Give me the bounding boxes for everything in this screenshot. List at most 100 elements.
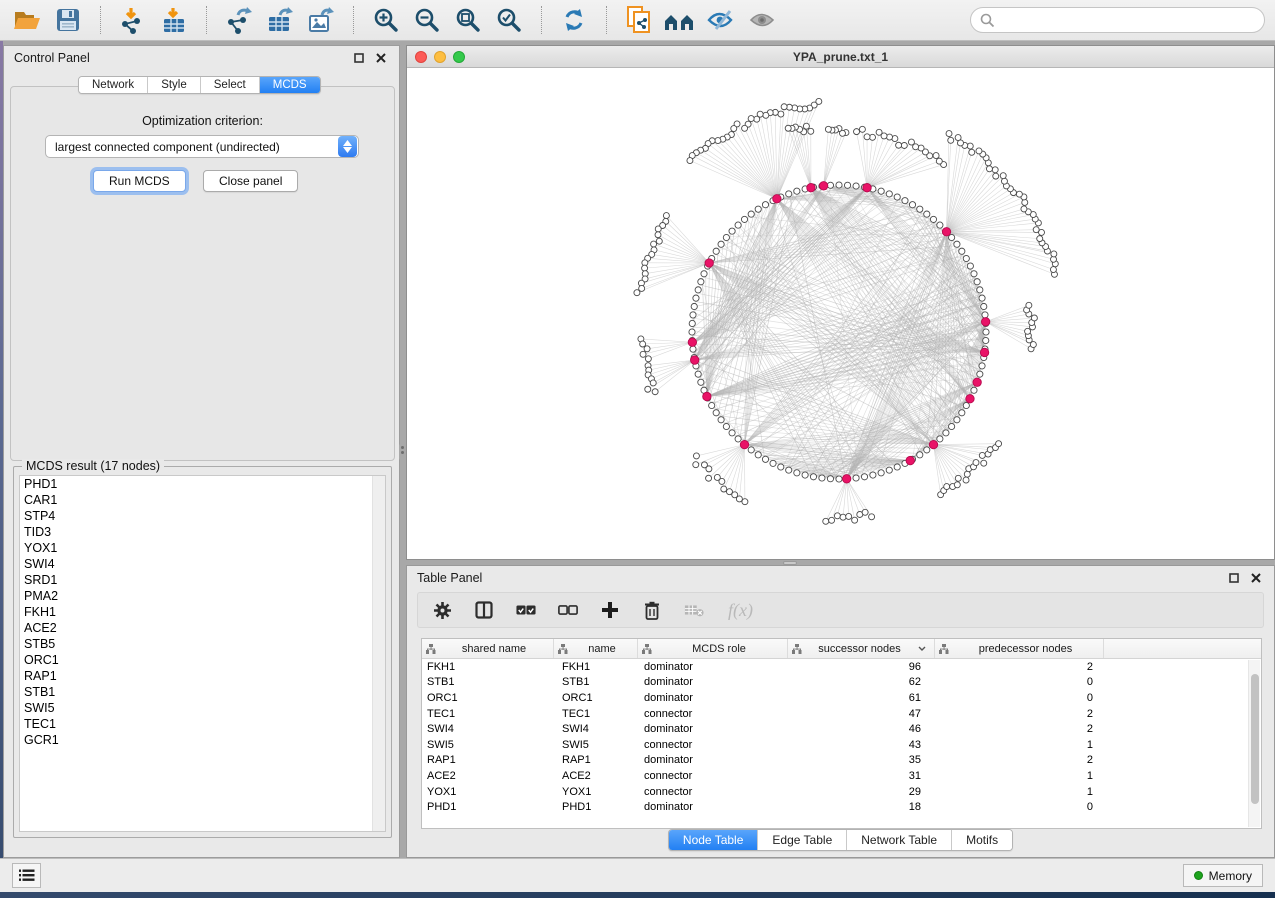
network-hub-node[interactable]	[863, 184, 871, 192]
network-leaf-node[interactable]	[967, 143, 973, 149]
scrollbar-thumb[interactable]	[1251, 674, 1259, 804]
network-node[interactable]	[963, 255, 969, 261]
network-leaf-node[interactable]	[742, 125, 748, 131]
network-leaf-node[interactable]	[864, 134, 870, 140]
network-leaf-node[interactable]	[644, 346, 650, 352]
close-panel-button[interactable]: Close panel	[203, 170, 298, 192]
network-node[interactable]	[983, 337, 989, 343]
network-leaf-node[interactable]	[663, 213, 669, 219]
mcds-result-item[interactable]: GCR1	[20, 732, 385, 748]
network-leaf-node[interactable]	[715, 138, 721, 144]
column-header-predecessor-nodes[interactable]: predecessor nodes	[935, 639, 1104, 658]
memory-button[interactable]: Memory	[1183, 864, 1263, 887]
network-node[interactable]	[827, 476, 833, 482]
network-hub-node[interactable]	[929, 440, 937, 448]
table-cell-successor_nodes[interactable]: 61	[788, 692, 935, 704]
zoom-out-icon[interactable]	[410, 3, 444, 37]
network-node[interactable]	[959, 248, 965, 254]
table-cell-shared_name[interactable]: TEC1	[422, 708, 554, 720]
network-node[interactable]	[794, 188, 800, 194]
table-cell-predecessor_nodes[interactable]: 2	[935, 723, 1104, 735]
column-header-MCDS-role[interactable]: MCDS role	[638, 639, 788, 658]
close-panel-icon[interactable]	[373, 50, 389, 66]
network-leaf-node[interactable]	[946, 131, 952, 137]
network-leaf-node[interactable]	[736, 496, 742, 502]
table-cell-shared_name[interactable]: SWI4	[422, 723, 554, 735]
network-leaf-node[interactable]	[854, 129, 860, 135]
tab-node-table[interactable]: Node Table	[669, 830, 758, 850]
network-node[interactable]	[698, 379, 704, 385]
table-row[interactable]: RAP1RAP1dominator352	[422, 753, 1261, 769]
mcds-result-item[interactable]: ORC1	[20, 652, 385, 668]
network-leaf-node[interactable]	[933, 153, 939, 159]
network-node[interactable]	[693, 295, 699, 301]
table-cell-mcds_role[interactable]: dominator	[638, 661, 788, 673]
network-leaf-node[interactable]	[645, 356, 651, 362]
network-node[interactable]	[853, 475, 859, 481]
network-node[interactable]	[718, 417, 724, 423]
network-leaf-node[interactable]	[955, 475, 961, 481]
network-hub-node[interactable]	[973, 378, 981, 386]
table-cell-name[interactable]: ORC1	[554, 692, 638, 704]
network-leaf-node[interactable]	[981, 460, 987, 466]
network-node[interactable]	[735, 436, 741, 442]
column-header-shared-name[interactable]: shared name	[422, 639, 554, 658]
network-node[interactable]	[698, 279, 704, 285]
window-zoom-icon[interactable]	[453, 51, 465, 63]
network-hub-node[interactable]	[906, 456, 914, 464]
import-network-from-file-icon[interactable]	[116, 3, 150, 37]
new-network-from-selection-icon[interactable]	[622, 3, 656, 37]
network-hub-node[interactable]	[691, 356, 699, 364]
mcds-result-item[interactable]: TEC1	[20, 716, 385, 732]
network-node[interactable]	[819, 475, 825, 481]
mcds-result-item[interactable]: TID3	[20, 524, 385, 540]
network-node[interactable]	[963, 402, 969, 408]
network-node[interactable]	[755, 452, 761, 458]
network-leaf-node[interactable]	[693, 453, 699, 459]
table-cell-successor_nodes[interactable]: 47	[788, 708, 935, 720]
network-node[interactable]	[967, 263, 973, 269]
network-leaf-node[interactable]	[742, 499, 748, 505]
table-cell-successor_nodes[interactable]: 62	[788, 676, 935, 688]
mcds-result-item[interactable]: SWI4	[20, 556, 385, 572]
network-leaf-node[interactable]	[781, 104, 787, 110]
optimization-criterion-dropdown[interactable]: largest connected component (undirected)	[45, 135, 359, 158]
table-cell-shared_name[interactable]: ACE2	[422, 770, 554, 782]
table-row[interactable]: ORC1ORC1dominator610	[422, 690, 1261, 706]
network-hub-node[interactable]	[981, 318, 989, 326]
network-leaf-node[interactable]	[655, 226, 661, 232]
network-hub-node[interactable]	[807, 184, 815, 192]
network-node[interactable]	[770, 460, 776, 466]
network-leaf-node[interactable]	[1026, 302, 1032, 308]
table-cell-successor_nodes[interactable]: 43	[788, 739, 935, 751]
network-leaf-node[interactable]	[719, 478, 725, 484]
network-node[interactable]	[735, 222, 741, 228]
table-cell-mcds_role[interactable]: connector	[638, 770, 788, 782]
network-leaf-node[interactable]	[652, 389, 658, 395]
network-node[interactable]	[977, 287, 983, 293]
network-leaf-node[interactable]	[876, 129, 882, 135]
search-input[interactable]	[1001, 13, 1255, 27]
network-node[interactable]	[778, 464, 784, 470]
add-column-icon[interactable]	[600, 600, 620, 620]
network-leaf-node[interactable]	[908, 139, 914, 145]
mcds-result-item[interactable]: SRD1	[20, 572, 385, 588]
network-leaf-node[interactable]	[1016, 191, 1022, 197]
network-node[interactable]	[723, 423, 729, 429]
network-node[interactable]	[974, 279, 980, 285]
table-cell-mcds_role[interactable]: dominator	[638, 676, 788, 688]
network-node[interactable]	[836, 182, 842, 188]
network-leaf-node[interactable]	[825, 126, 831, 132]
network-node[interactable]	[949, 423, 955, 429]
network-leaf-node[interactable]	[1025, 328, 1031, 334]
network-node[interactable]	[930, 216, 936, 222]
network-node[interactable]	[786, 467, 792, 473]
network-node[interactable]	[748, 447, 754, 453]
table-cell-name[interactable]: TEC1	[554, 708, 638, 720]
network-node[interactable]	[713, 248, 719, 254]
table-cell-name[interactable]: FKH1	[554, 661, 638, 673]
network-node[interactable]	[981, 303, 987, 309]
table-cell-predecessor_nodes[interactable]: 2	[935, 708, 1104, 720]
network-leaf-node[interactable]	[785, 125, 791, 131]
network-node[interactable]	[894, 194, 900, 200]
